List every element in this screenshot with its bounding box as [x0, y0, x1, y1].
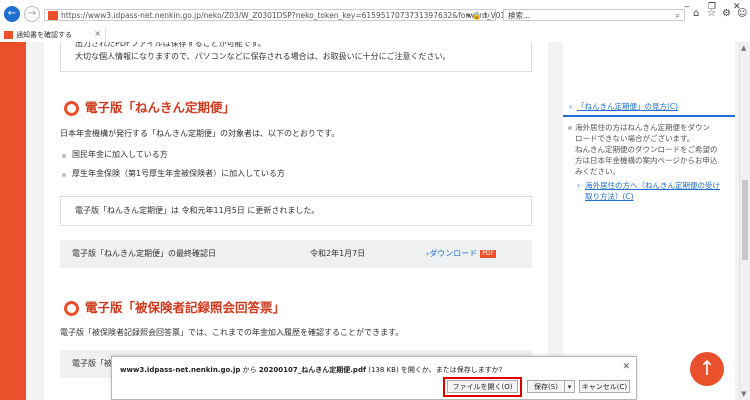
section1-description: 日本年金機構が発行する「ねんきん定期便」の対象者は、以下のとおりです。 [60, 129, 340, 138]
download-message-end: (138 KB) を開くか、または保存しますか? [366, 366, 503, 374]
address-bar[interactable]: https://www3.idpass-net.nenkin.go.jp/nek… [44, 9, 515, 21]
vertical-scrollbar[interactable]: ▲ ▼ [739, 42, 750, 400]
pdf-notice-line1: 出力されたPDFファイルは保存することが可能です。 [75, 42, 266, 48]
save-button[interactable]: 保存(S) [527, 380, 565, 393]
main-content: 出力されたPDFファイルは保存することが可能です。 大切な個人情報になりますので… [44, 42, 548, 400]
chevron-right-icon: › [569, 102, 573, 111]
bullet-dot [568, 126, 572, 130]
pdf-badge: PDF [480, 249, 496, 258]
save-dropdown-chevron-down-icon[interactable]: ▾ [564, 380, 575, 393]
search-icon[interactable]: ⌕ [676, 10, 680, 21]
download-message: www3.idpass-net.nenkin.go.jp から 20200107… [120, 365, 502, 375]
download-link[interactable]: ›ダウンロード PDF [426, 248, 496, 260]
sidebar-divider [563, 115, 735, 117]
section2-row-label: 電子版「被 [72, 359, 112, 368]
download-notification-bar: www3.idpass-net.nenkin.go.jp から 20200107… [111, 356, 637, 400]
section1-bullet-2: 厚生年金保険（第1号厚生年金被保険者）に加入している方 [72, 169, 285, 178]
page-viewport: 出力されたPDFファイルは保存することが可能です。 大切な個人情報になりますので… [0, 42, 739, 400]
sidebar-note-line: 方は日本年金機構の案内ページからお申込 [575, 156, 718, 165]
bullet-dot [62, 154, 66, 158]
sidebar-note-line: みください。 [575, 167, 620, 176]
site-favicon-icon [48, 11, 58, 20]
download-message-mid: から [240, 366, 259, 374]
sidebar: › 「ねんきん定期便」の見方(C) 海外居住の方はねんきん定期便をダウン ロード… [563, 42, 735, 400]
download-filename: 20200107_ねんきん定期便.pdf [258, 366, 367, 374]
section1-bullet-1: 国民年金に加入している方 [72, 150, 168, 159]
lock-icon[interactable]: ▾🔒↻ [467, 10, 492, 21]
download-row: 電子版「ねんきん定期便」の最終確認日 令和2年1月7日 ›ダウンロード PDF [60, 240, 532, 268]
scroll-down-icon[interactable]: ▼ [741, 390, 746, 398]
tab-favicon-icon [4, 31, 13, 39]
update-notice-box: 電子版「ねんきん定期便」は 令和元年11月5日 に更新されました。 [60, 196, 532, 226]
sidebar-link-overseas-line1[interactable]: 海外居住の方へ（ねんきん定期便の受け [585, 180, 720, 191]
browser-toolbar: ← → https://www3.idpass-net.nenkin.go.jp… [0, 0, 750, 28]
close-window-icon[interactable]: ✕ [733, 2, 741, 12]
pdf-notice-box: 出力されたPDFファイルは保存することが可能です。 大切な個人情報になりますので… [60, 42, 532, 72]
update-notice-text: 電子版「ねんきん定期便」は 令和元年11月5日 に更新されました。 [75, 206, 320, 215]
home-icon[interactable]: ⌂ [693, 9, 699, 19]
section-ring-icon [64, 101, 79, 116]
sidebar-link-how-to-read[interactable]: 「ねんきん定期便」の見方(C) [577, 101, 678, 112]
sidebar-link-label: 取り方法） [585, 192, 623, 201]
sidebar-link-suffix: (C) [622, 192, 634, 201]
forward-button[interactable]: → [24, 6, 40, 22]
tab-strip: 通知書を確認する × [0, 28, 750, 43]
section-ring-icon [64, 301, 79, 316]
minimize-icon[interactable]: ‒ [684, 2, 690, 12]
sidebar-link-overseas-line2[interactable]: 取り方法）(C) [585, 191, 634, 202]
back-to-top-arrow-icon[interactable]: ↑ [690, 352, 724, 386]
download-bar-close-icon[interactable]: ✕ [622, 362, 630, 372]
sidebar-note-line: ロードできない場合がございます。 [575, 134, 695, 143]
tab-active[interactable]: 通知書を確認する × [0, 28, 106, 42]
section2-description: 電子版「被保険者記録照会回答票」では、これまでの年金加入履歴を確認することができ… [60, 328, 404, 337]
maximize-icon[interactable]: ❐ [708, 2, 716, 12]
pdf-notice-line2: 大切な個人情報になりますので、パソコンなどに保存される場合は、お取扱いに十分にご… [75, 52, 451, 61]
open-file-highlight [443, 377, 522, 397]
section1-title: 電子版「ねんきん定期便」 [85, 100, 236, 115]
last-check-label: 電子版「ねんきん定期便」の最終確認日 [72, 249, 216, 258]
left-accent-bar [0, 42, 26, 400]
download-host: www3.idpass-net.nenkin.go.jp [120, 366, 241, 374]
download-link-label: ダウンロード [429, 249, 478, 258]
sidebar-link-label: 「ねんきん定期便」の見方 [577, 102, 667, 111]
scroll-thumb[interactable] [742, 180, 748, 260]
last-check-date: 令和2年1月7日 [310, 249, 366, 258]
scroll-up-icon[interactable]: ▲ [741, 44, 746, 52]
sidebar-link-suffix: (C) [667, 102, 679, 111]
section2-title: 電子版「被保険者記録照会回答票」 [85, 300, 286, 315]
bullet-dot [62, 173, 66, 177]
search-box[interactable]: 検索... ⌕ [503, 9, 685, 21]
tab-close-icon[interactable]: × [94, 29, 101, 38]
cancel-button[interactable]: キャンセル(C) [579, 380, 630, 393]
back-button[interactable]: ← [4, 6, 20, 22]
chevron-right-icon: › [577, 181, 581, 190]
search-input[interactable]: 検索... [508, 10, 530, 21]
tab-label: 通知書を確認する [16, 31, 72, 39]
address-url: https://www3.idpass-net.nenkin.go.jp/nek… [61, 11, 515, 20]
settings-gear-icon[interactable]: ⚙ [722, 9, 731, 19]
sidebar-note-line: ねんきん定期便のダウンロードをご希望の [575, 145, 718, 154]
sidebar-note-line: 海外居住の方はねんきん定期便をダウン [575, 123, 710, 132]
